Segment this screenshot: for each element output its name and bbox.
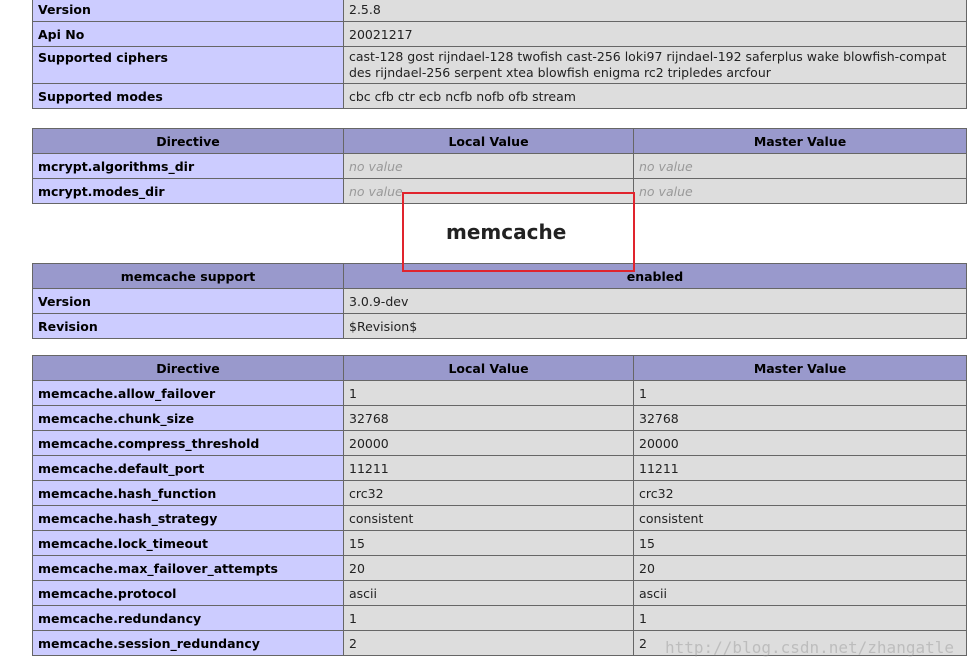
row-value: 3.0.9-dev	[343, 288, 967, 314]
row-value: 20021217	[343, 21, 967, 47]
directive-name: memcache.lock_timeout	[32, 530, 344, 556]
table-row: memcache.allow_failover 1 1	[32, 380, 967, 406]
master-value: no value	[633, 178, 967, 204]
row-label: Version	[32, 0, 344, 22]
table-row: memcache.chunk_size 32768 32768	[32, 405, 967, 431]
directive-name: memcache.session_redundancy	[32, 630, 344, 656]
no-value-text: no value	[349, 183, 403, 199]
table-row: Version 3.0.9-dev	[32, 288, 967, 314]
master-value: 20	[633, 555, 967, 581]
column-header-directive: Directive	[32, 128, 344, 154]
table-row: memcache.compress_threshold 20000 20000	[32, 430, 967, 456]
memcache-support-label: memcache support	[32, 263, 344, 289]
directive-name: memcache.max_failover_attempts	[32, 555, 344, 581]
directive-name: memcache.protocol	[32, 580, 344, 606]
directive-name: memcache.hash_strategy	[32, 505, 344, 531]
master-value: ascii	[633, 580, 967, 606]
local-value: 1	[343, 605, 634, 631]
column-header-local: Local Value	[343, 355, 634, 381]
table-row: memcache.hash_strategy consistent consis…	[32, 505, 967, 531]
local-value: no value	[343, 178, 634, 204]
master-value: 20000	[633, 430, 967, 456]
directive-name: memcache.hash_function	[32, 480, 344, 506]
local-value: 1	[343, 380, 634, 406]
local-value: 20	[343, 555, 634, 581]
local-value: no value	[343, 153, 634, 179]
master-value: consistent	[633, 505, 967, 531]
memcache-directives-table: Directive Local Value Master Value memca…	[32, 355, 967, 656]
table-row: Supported modes cbc cfb ctr ecb ncfb nof…	[32, 83, 967, 109]
table-row: Supported ciphers cast-128 gost rijndael…	[32, 46, 967, 84]
row-label: Supported modes	[32, 83, 344, 109]
local-value: 32768	[343, 405, 634, 431]
row-value: $Revision$	[343, 313, 967, 339]
master-value: 11211	[633, 455, 967, 481]
local-value: 2	[343, 630, 634, 656]
table-row: memcache.protocol ascii ascii	[32, 580, 967, 606]
memcache-support-value: enabled	[343, 263, 967, 289]
table-row: memcache.redundancy 1 1	[32, 605, 967, 631]
local-value: ascii	[343, 580, 634, 606]
master-value: 15	[633, 530, 967, 556]
table-row: Revision $Revision$	[32, 313, 967, 339]
table-row: memcache.default_port 11211 11211	[32, 455, 967, 481]
row-value: 2.5.8	[343, 0, 967, 22]
table-header-row: Directive Local Value Master Value	[32, 128, 967, 154]
directive-name: memcache.compress_threshold	[32, 430, 344, 456]
directive-name: mcrypt.modes_dir	[32, 178, 344, 204]
column-header-master: Master Value	[633, 128, 967, 154]
column-header-directive: Directive	[32, 355, 344, 381]
directive-name: mcrypt.algorithms_dir	[32, 153, 344, 179]
mcrypt-info-table: Version 2.5.8 Api No 20021217 Supported …	[32, 0, 967, 109]
table-header-row: memcache support enabled	[32, 263, 967, 289]
row-value: cbc cfb ctr ecb ncfb nofb ofb stream	[343, 83, 967, 109]
section-title-memcache: memcache	[446, 220, 567, 244]
local-value: crc32	[343, 480, 634, 506]
row-value: cast-128 gost rijndael-128 twofish cast-…	[343, 46, 967, 84]
table-header-row: Directive Local Value Master Value	[32, 355, 967, 381]
table-row: mcrypt.modes_dir no value no value	[32, 178, 967, 204]
no-value-text: no value	[639, 183, 693, 199]
table-row: Api No 20021217	[32, 21, 967, 47]
row-label: Supported ciphers	[32, 46, 344, 84]
local-value: 11211	[343, 455, 634, 481]
directive-name: memcache.default_port	[32, 455, 344, 481]
table-row: Version 2.5.8	[32, 0, 967, 22]
master-value: 32768	[633, 405, 967, 431]
row-label: Version	[32, 288, 344, 314]
directive-name: memcache.allow_failover	[32, 380, 344, 406]
local-value: consistent	[343, 505, 634, 531]
no-value-text: no value	[639, 158, 693, 174]
column-header-master: Master Value	[633, 355, 967, 381]
table-row: memcache.lock_timeout 15 15	[32, 530, 967, 556]
no-value-text: no value	[349, 158, 403, 174]
master-value: no value	[633, 153, 967, 179]
table-row: memcache.hash_function crc32 crc32	[32, 480, 967, 506]
column-header-local: Local Value	[343, 128, 634, 154]
row-label: Revision	[32, 313, 344, 339]
mcrypt-directives-table: Directive Local Value Master Value mcryp…	[32, 128, 967, 204]
master-value: 1	[633, 380, 967, 406]
table-row: memcache.max_failover_attempts 20 20	[32, 555, 967, 581]
local-value: 15	[343, 530, 634, 556]
directive-name: memcache.chunk_size	[32, 405, 344, 431]
directive-name: memcache.redundancy	[32, 605, 344, 631]
master-value: crc32	[633, 480, 967, 506]
row-label: Api No	[32, 21, 344, 47]
memcache-info-table: memcache support enabled Version 3.0.9-d…	[32, 263, 967, 339]
local-value: 20000	[343, 430, 634, 456]
watermark-text: http://blog.csdn.net/zhangatle	[665, 638, 954, 657]
master-value: 1	[633, 605, 967, 631]
table-row: mcrypt.algorithms_dir no value no value	[32, 153, 967, 179]
